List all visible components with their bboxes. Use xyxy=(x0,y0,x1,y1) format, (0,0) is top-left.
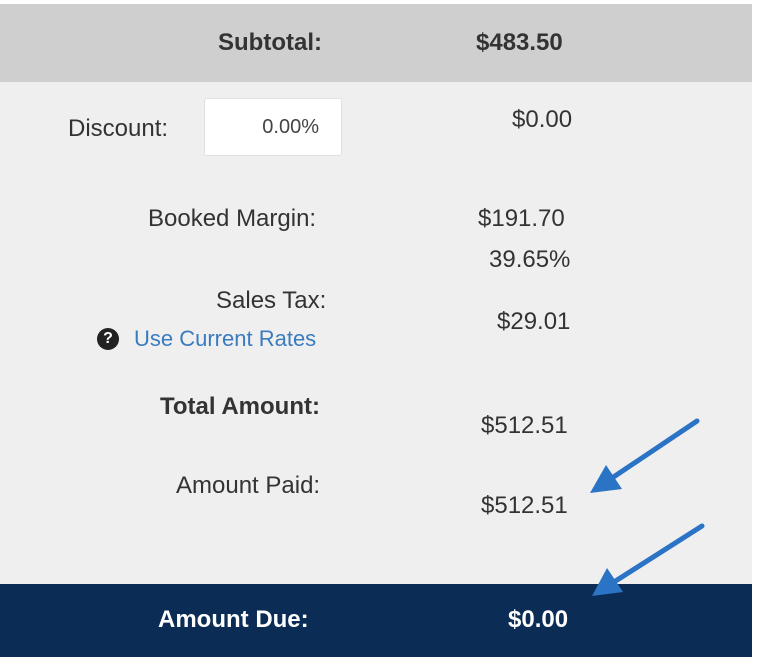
order-summary-panel: Subtotal: $483.50 Discount: $0.00 Booked… xyxy=(0,0,759,657)
total-amount-label: Total Amount: xyxy=(160,393,320,420)
discount-percent-input[interactable] xyxy=(204,98,342,156)
subtotal-label: Subtotal: xyxy=(218,29,322,56)
sales-tax-label: Sales Tax: xyxy=(216,287,327,314)
booked-margin-label: Booked Margin: xyxy=(148,205,317,232)
use-current-rates-link[interactable]: Use Current Rates xyxy=(134,326,316,352)
amount-due-value: $0.00 xyxy=(508,606,569,633)
amount-paid-value: $512.51 xyxy=(481,492,568,519)
subtotal-value: $483.50 xyxy=(476,29,563,56)
question-circle-icon[interactable]: ? xyxy=(97,328,119,350)
booked-margin-amount: $191.70 xyxy=(478,205,565,232)
panel-right-edge xyxy=(752,0,759,657)
subtotal-bar xyxy=(0,4,752,82)
amount-due-label: Amount Due: xyxy=(158,606,309,633)
discount-value: $0.00 xyxy=(512,106,573,133)
total-amount-value: $512.51 xyxy=(481,412,568,439)
booked-margin-percent: 39.65% xyxy=(489,246,571,273)
amount-due-bar xyxy=(0,584,752,657)
amount-paid-label: Amount Paid: xyxy=(176,472,321,499)
sales-tax-value: $29.01 xyxy=(497,308,571,335)
discount-label: Discount: xyxy=(68,115,169,142)
